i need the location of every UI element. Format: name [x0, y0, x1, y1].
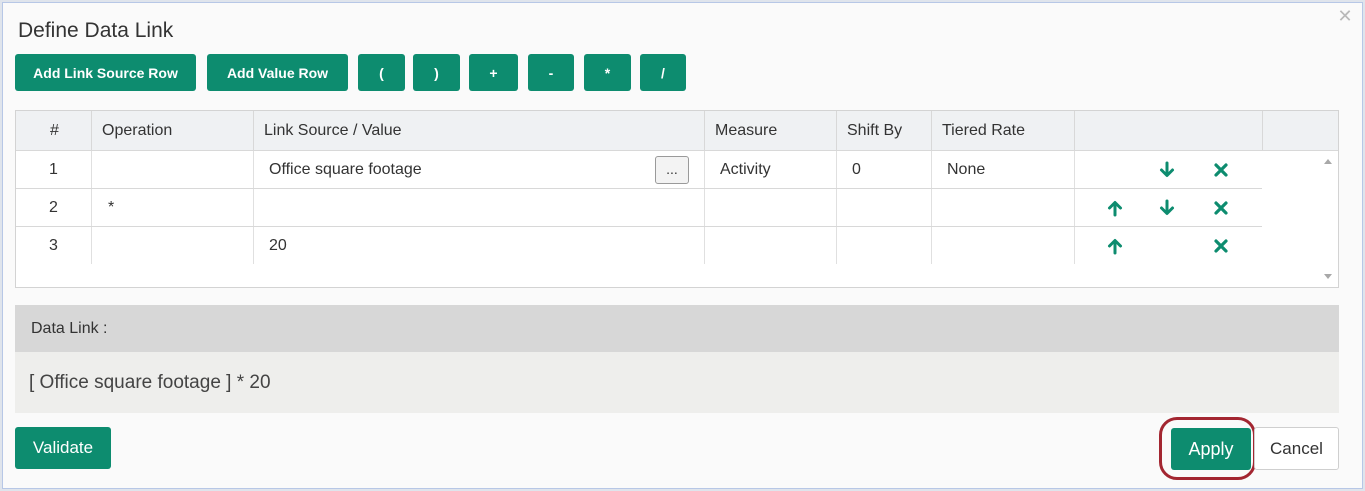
link-source-text: Office square footage	[269, 160, 422, 178]
delete-icon[interactable]	[1211, 160, 1231, 180]
row-actions	[1075, 189, 1262, 226]
table-row[interactable]: 2 *	[16, 189, 1262, 227]
row-number: 1	[16, 151, 92, 188]
shift-by-cell[interactable]: 0	[837, 151, 932, 188]
table-row[interactable]: 3 20	[16, 227, 1262, 265]
divide-button[interactable]: /	[640, 54, 686, 91]
data-link-grid: # Operation Link Source / Value Measure …	[15, 110, 1339, 288]
measure-cell[interactable]	[705, 189, 837, 226]
row-actions	[1075, 227, 1262, 264]
col-shift-by: Shift By	[837, 111, 932, 151]
arrow-up-icon[interactable]	[1105, 236, 1125, 256]
tiered-rate-cell[interactable]	[932, 189, 1075, 226]
lookup-button[interactable]: ...	[655, 156, 689, 184]
arrow-down-icon[interactable]	[1157, 160, 1177, 180]
open-paren-button[interactable]: (	[358, 54, 405, 91]
delete-icon[interactable]	[1211, 236, 1231, 256]
tiered-rate-cell[interactable]	[932, 227, 1075, 264]
col-actions	[1075, 111, 1263, 151]
plus-button[interactable]: +	[469, 54, 518, 91]
scroll-down-icon[interactable]	[1324, 274, 1332, 279]
tiered-rate-cell[interactable]: None	[932, 151, 1075, 188]
close-icon[interactable]: ✕	[1336, 7, 1354, 25]
link-source-cell[interactable]: 20	[254, 227, 705, 264]
data-link-expression: [ Office square footage ] * 20	[15, 352, 1339, 413]
grid-scrollbar[interactable]	[1319, 151, 1338, 287]
apply-button[interactable]: Apply	[1171, 428, 1251, 470]
col-operation: Operation	[92, 111, 254, 151]
operation-cell[interactable]	[92, 227, 254, 264]
close-paren-button[interactable]: )	[413, 54, 460, 91]
scroll-up-icon[interactable]	[1324, 159, 1332, 164]
arrow-up-icon[interactable]	[1105, 198, 1125, 218]
link-source-cell[interactable]: Office square footage ...	[254, 151, 705, 188]
row-number: 3	[16, 227, 92, 264]
cancel-button[interactable]: Cancel	[1254, 427, 1339, 470]
col-measure: Measure	[705, 111, 837, 151]
arrow-down-icon[interactable]	[1157, 198, 1177, 218]
multiply-button[interactable]: *	[584, 54, 631, 91]
measure-cell[interactable]: Activity	[705, 151, 837, 188]
col-link-source: Link Source / Value	[254, 111, 705, 151]
delete-icon[interactable]	[1211, 198, 1231, 218]
table-row[interactable]: 1 Office square footage ... Activity 0 N…	[16, 151, 1262, 189]
grid-header: # Operation Link Source / Value Measure …	[16, 111, 1338, 151]
dialog-title: Define Data Link	[18, 19, 174, 42]
row-actions	[1075, 151, 1262, 188]
shift-by-cell[interactable]	[837, 227, 932, 264]
validate-button[interactable]: Validate	[15, 427, 111, 469]
add-link-source-row-button[interactable]: Add Link Source Row	[15, 54, 196, 91]
operation-cell[interactable]	[92, 151, 254, 188]
link-source-cell[interactable]	[254, 189, 705, 226]
add-value-row-button[interactable]: Add Value Row	[207, 54, 348, 91]
minus-button[interactable]: -	[528, 54, 574, 91]
data-link-label: Data Link :	[15, 305, 1339, 352]
row-number: 2	[16, 189, 92, 226]
measure-cell[interactable]	[705, 227, 837, 264]
col-tiered-rate: Tiered Rate	[932, 111, 1075, 151]
col-number: #	[16, 111, 92, 151]
shift-by-cell[interactable]	[837, 189, 932, 226]
operation-cell[interactable]: *	[92, 189, 254, 226]
